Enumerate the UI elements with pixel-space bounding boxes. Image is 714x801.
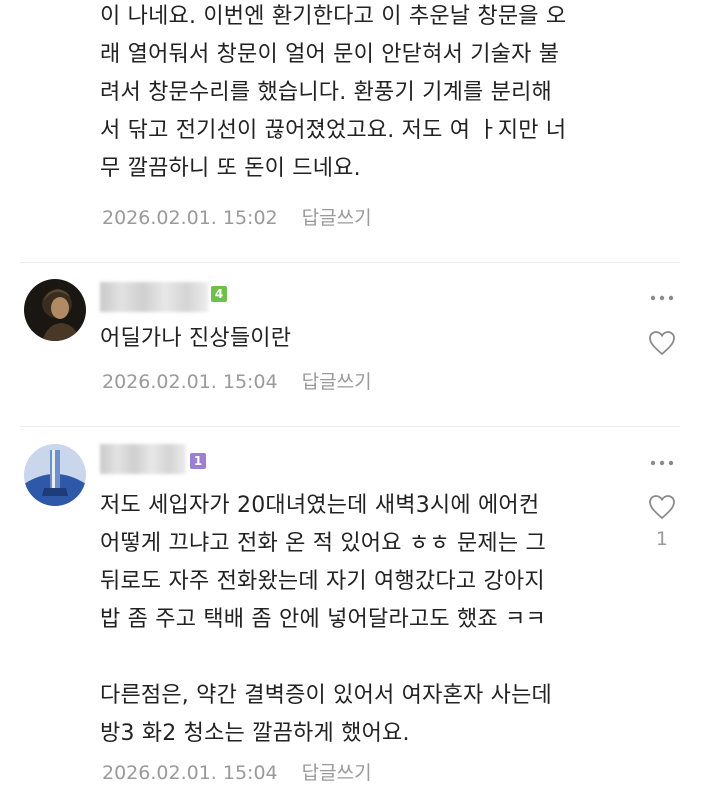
username-blurred [100, 444, 186, 474]
comment-date: 2026.02.01. 15:04 [102, 371, 278, 393]
level-badge: 4 [211, 286, 227, 302]
avatar[interactable] [24, 279, 86, 341]
level-badge: 1 [190, 453, 206, 469]
comment-body: 이 나네요. 이번엔 환기한다고 이 추운날 창문을 오 래 열어둬서 창문이 … [100, 4, 567, 181]
heart-outline-icon[interactable] [648, 494, 676, 520]
reply-button[interactable]: 답글쓰기 [302, 759, 372, 787]
comment-divider [20, 426, 680, 427]
avatar[interactable] [24, 444, 86, 506]
comment-body: 저도 세입자가 20대녀였는데 새벽3시에 에어컨 어떻게 끄냐고 전화 온 적… [100, 493, 552, 746]
comment-meta: 2026.02.01. 15:04 답글쓰기 [102, 368, 372, 396]
more-dots-icon[interactable] [650, 459, 674, 467]
comment-body: 어딜가나 진상들이란 [100, 326, 292, 351]
comment-divider [20, 262, 680, 263]
comment-list: 이 나네요. 이번엔 환기한다고 이 추운날 창문을 오 래 열어둬서 창문이 … [0, 0, 714, 801]
comment-date: 2026.02.01. 15:02 [102, 207, 278, 229]
reply-button[interactable]: 답글쓰기 [302, 368, 372, 396]
profile-photo-icon [24, 279, 86, 341]
username-blurred [100, 282, 208, 312]
comment-meta: 2026.02.01. 15:02 답글쓰기 [102, 204, 372, 232]
comment-meta: 2026.02.01. 15:04 답글쓰기 [102, 759, 372, 787]
like-count: 1 [655, 528, 668, 550]
more-dots-icon[interactable] [650, 294, 674, 302]
profile-photo-icon [24, 444, 86, 506]
comment-date: 2026.02.01. 15:04 [102, 762, 278, 784]
reply-button[interactable]: 답글쓰기 [302, 204, 372, 232]
heart-outline-icon[interactable] [648, 330, 676, 356]
